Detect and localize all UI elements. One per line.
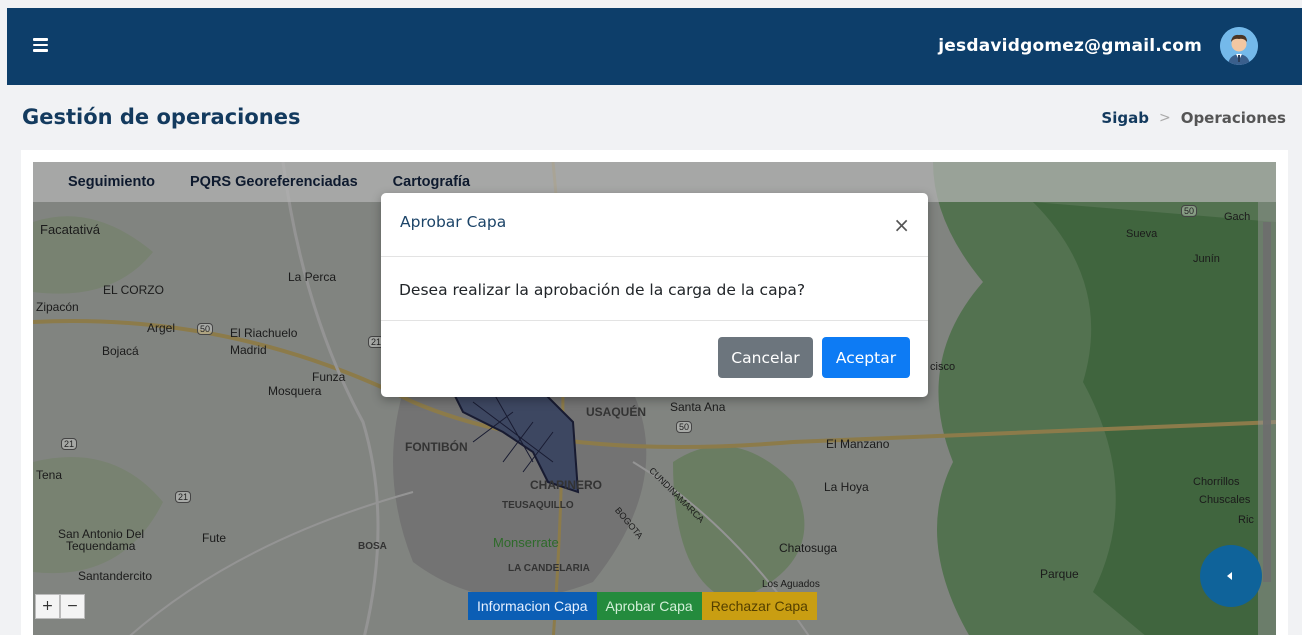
tab-pqrs-georeferenciadas[interactable]: PQRS Georeferenciadas	[155, 162, 358, 202]
map-label: Fute	[202, 531, 227, 545]
map-label: Sueva	[1126, 228, 1158, 240]
reject-layer-button[interactable]: Rechazar Capa	[701, 592, 817, 620]
map-label: EL CORZO	[103, 283, 164, 297]
map-label: Chorrillos	[1193, 476, 1240, 488]
route-shield: 50	[197, 323, 214, 335]
route-shield: 50	[676, 421, 693, 433]
modal-header: Aprobar Capa ×	[381, 193, 928, 257]
tab-seguimiento[interactable]: Seguimiento	[33, 162, 155, 202]
zoom-in-button[interactable]: +	[35, 594, 60, 619]
map-label: Mosquera	[268, 384, 322, 398]
map-label: La Hoya	[824, 480, 869, 494]
cancel-button[interactable]: Cancelar	[718, 337, 813, 378]
breadcrumb-separator: >	[1158, 110, 1171, 126]
page-title: Gestión de operaciones	[22, 105, 301, 129]
map-label: Los Aguados	[762, 579, 820, 590]
close-icon[interactable]: ×	[893, 215, 910, 235]
map-label: Parque	[1040, 567, 1079, 581]
modal-message: Desea realizar la aprobación de la carga…	[399, 281, 806, 299]
layer-info-button[interactable]: Informacion Capa	[468, 592, 597, 620]
map-label: El Manzano	[826, 437, 890, 451]
modal-title: Aprobar Capa	[400, 213, 507, 231]
map-label: Chuscales	[1199, 494, 1251, 506]
map-label: cisco	[930, 361, 956, 373]
map-label: TEUSAQUILLO	[502, 500, 574, 511]
zoom-controls: + −	[35, 594, 85, 619]
map-label: FONTIBÓN	[405, 440, 468, 454]
modal-body: Desea realizar la aprobación de la carga…	[381, 257, 928, 321]
user-email[interactable]: jesdavidgomez@gmail.com	[938, 36, 1202, 56]
menu-icon[interactable]	[33, 38, 48, 52]
layer-actions: Informacion Capa Aprobar Capa Rechazar C…	[468, 592, 817, 620]
route-shield: 21	[61, 438, 78, 450]
map-label: Tequendama	[66, 539, 136, 553]
map-label: USAQUÉN	[586, 405, 647, 419]
route-shield: 21	[175, 491, 192, 503]
top-navbar: jesdavidgomez@gmail.com	[0, 0, 1302, 85]
map-label: Ric	[1238, 514, 1254, 526]
map-label: Funza	[312, 370, 346, 384]
map-label: Tena	[36, 468, 63, 482]
user-avatar[interactable]	[1220, 27, 1258, 65]
accept-button[interactable]: Aceptar	[822, 337, 910, 378]
collapse-panel-button[interactable]	[1200, 545, 1262, 607]
map-label: Bojacá	[102, 344, 139, 358]
map-label: Madrid	[230, 343, 267, 357]
breadcrumb-home[interactable]: Sigab	[1101, 109, 1149, 127]
map-label: Santandercito	[78, 569, 153, 583]
map-label: Zipacón	[36, 300, 79, 314]
map-label: El Riachuelo	[230, 326, 298, 340]
map-label: Argel	[147, 321, 176, 335]
zoom-out-button[interactable]: −	[60, 594, 85, 619]
map-label: Monserrate	[493, 535, 559, 550]
map-label: Facatativá	[40, 222, 100, 237]
map-label: Junín	[1193, 253, 1220, 265]
route-shield: 50	[1181, 205, 1198, 217]
map-label: LA CANDELARIA	[508, 563, 590, 574]
map-label: CHAPINERO	[530, 478, 603, 492]
map-label: Gach	[1224, 211, 1251, 223]
map-label: La Perca	[288, 270, 337, 284]
map-label: BOSA	[358, 541, 387, 552]
scroll-thumb[interactable]	[1263, 222, 1271, 582]
map-label: Santa Ana	[670, 400, 726, 414]
breadcrumb: Sigab > Operaciones	[1101, 109, 1286, 127]
breadcrumb-current: Operaciones	[1180, 109, 1286, 127]
map-label: Chatosuga	[779, 541, 838, 555]
approve-layer-button[interactable]: Aprobar Capa	[596, 592, 702, 620]
approve-layer-modal: Aprobar Capa × Desea realizar la aprobac…	[381, 193, 928, 397]
